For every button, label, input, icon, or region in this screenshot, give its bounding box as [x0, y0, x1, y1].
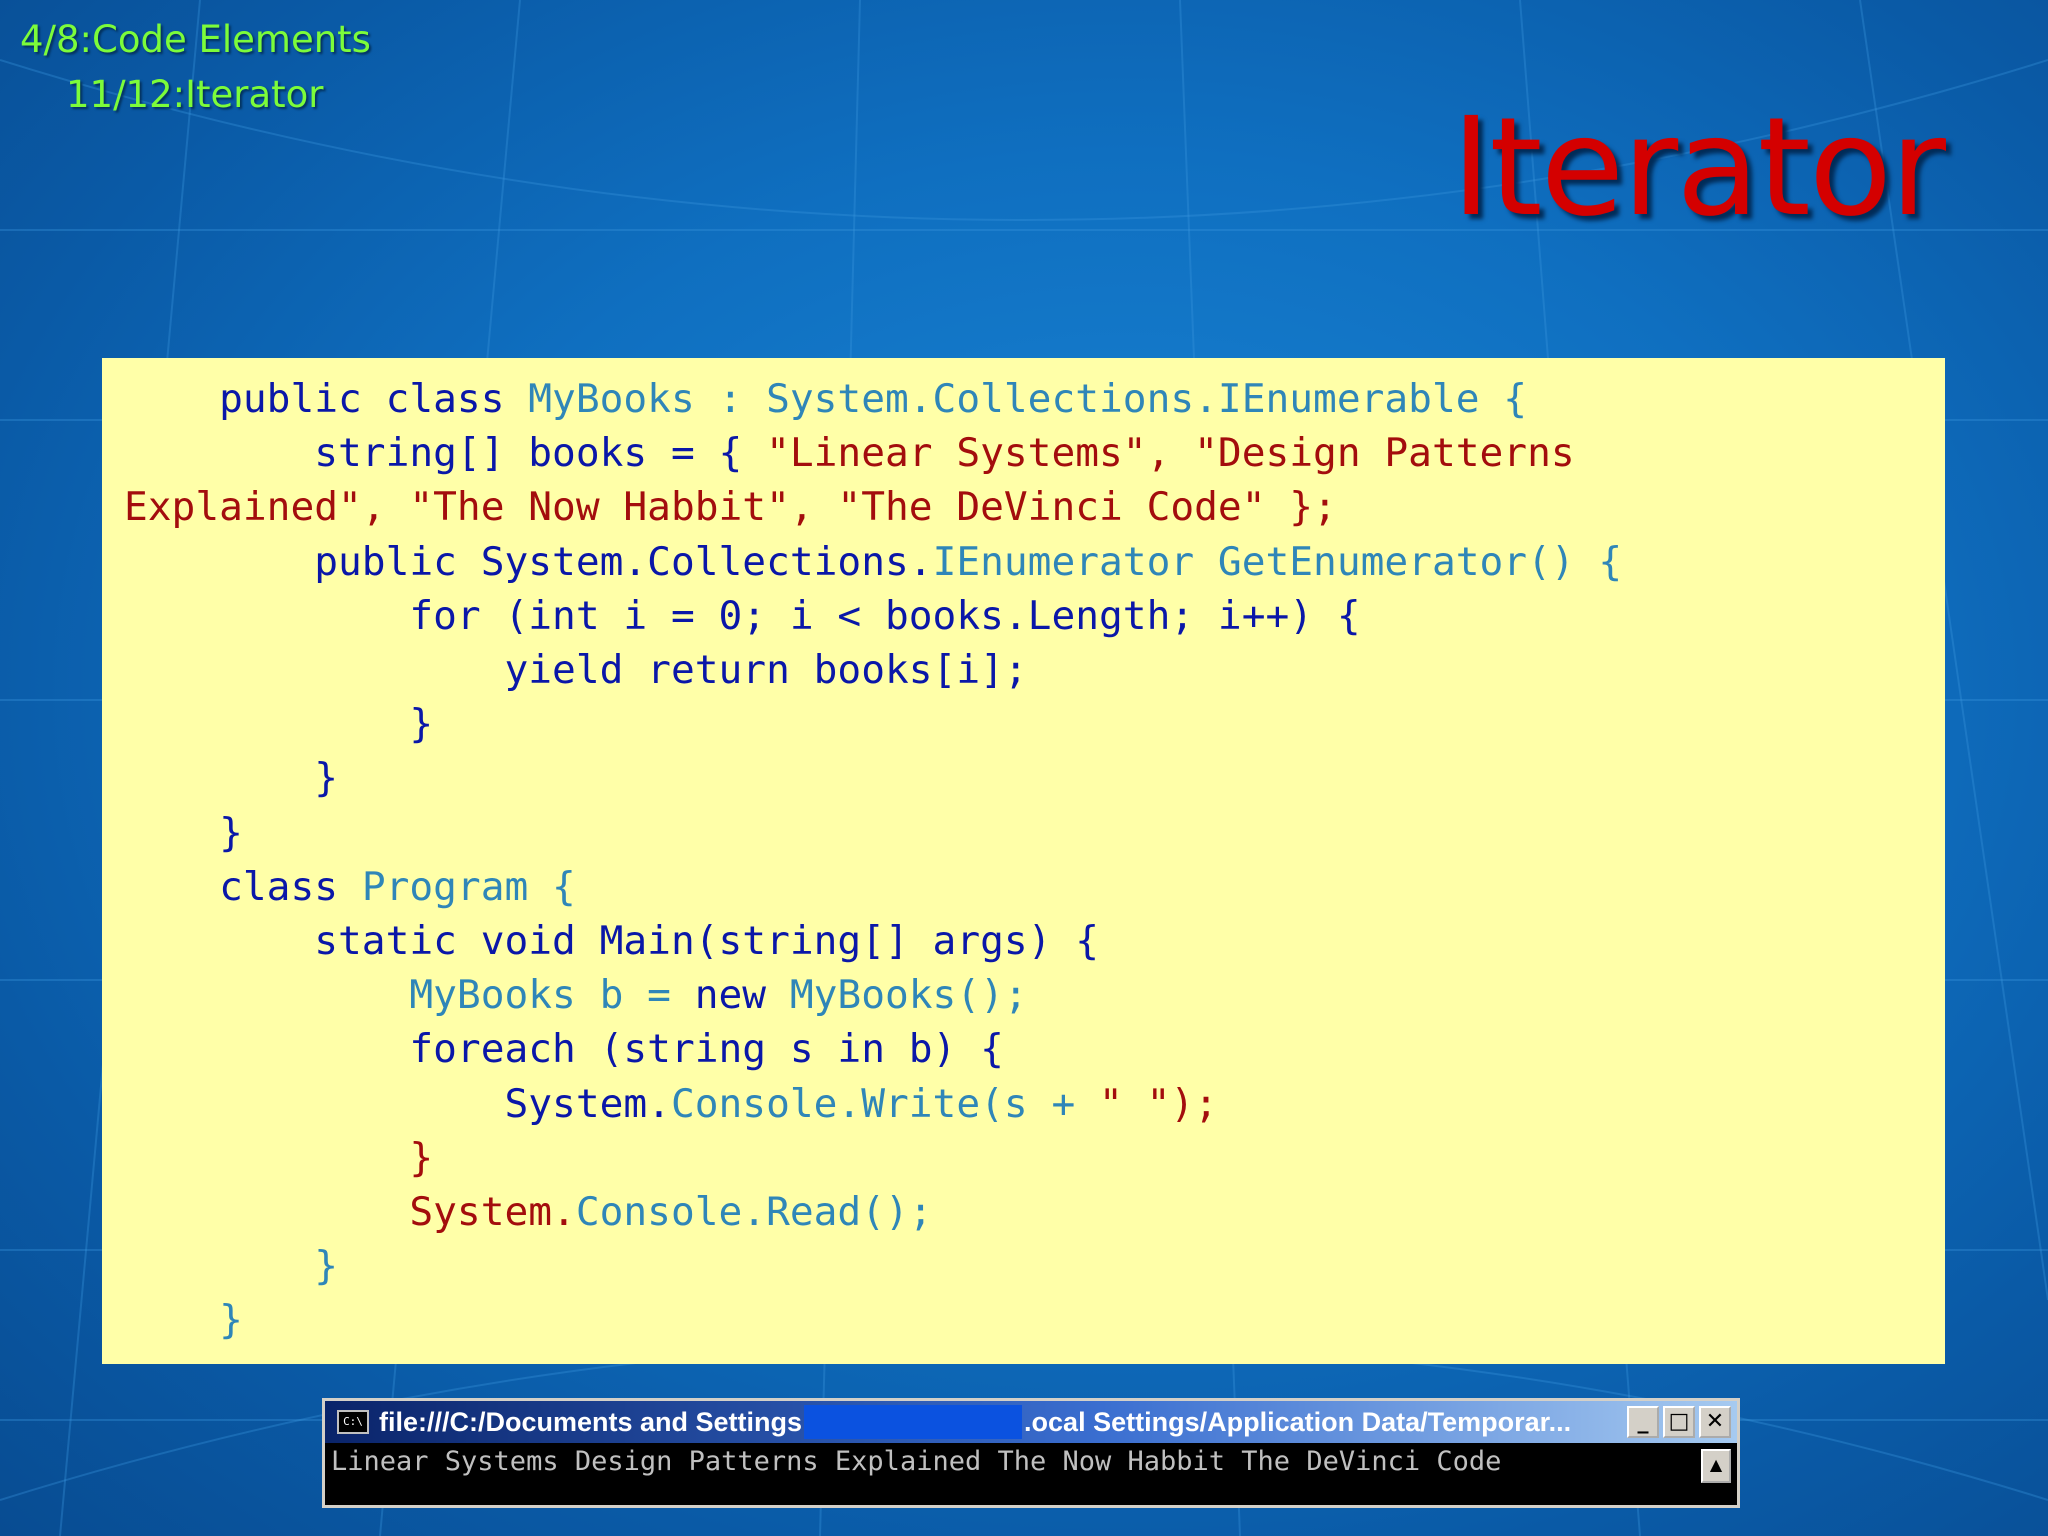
code-panel: public class MyBooks : System.Collection… [102, 358, 1945, 1364]
code-line: } [124, 806, 1945, 860]
code-token: for (int i = 0; i < books.Length; i++) { [124, 592, 1361, 639]
code-token: Explained", "The Now Habbit", "The DeVin… [124, 484, 1337, 531]
code-token: new [694, 972, 790, 1019]
code-token: MyBooks(); [789, 972, 1028, 1019]
code-token: } [124, 701, 434, 748]
console-body[interactable]: Linear Systems Design Patterns Explained… [325, 1443, 1737, 1505]
code-token: "Linear Systems", "Design Patterns [766, 430, 1575, 477]
maximize-button[interactable]: □ [1663, 1406, 1695, 1438]
code-token: System. [124, 1080, 671, 1127]
code-token: foreach (string s in b) { [124, 1026, 1004, 1073]
console-output: Linear Systems Design Patterns Explained… [331, 1446, 1502, 1477]
code-token: } [124, 1134, 434, 1181]
console-titlebar[interactable]: C:\ file:///C:/Documents and Settings .o… [325, 1401, 1737, 1443]
code-token: } [124, 809, 243, 856]
code-token: } [124, 1297, 243, 1344]
slide-title: Iterator [1451, 89, 1946, 247]
code-token: class [124, 863, 362, 910]
code-token: Program { [361, 863, 576, 910]
breadcrumb: 4/8:Code Elements 11/12:Iterator [20, 12, 371, 122]
close-button[interactable]: ✕ [1699, 1406, 1731, 1438]
code-token: System. [124, 1189, 576, 1236]
console-window: C:\ file:///C:/Documents and Settings .o… [322, 1398, 1740, 1508]
code-line: System.Console.Write(s + " "); [124, 1077, 1945, 1131]
console-title-right: .ocal Settings/Application Data/Temporar… [1024, 1406, 1572, 1437]
code-token: " "); [1099, 1080, 1218, 1127]
code-token: MyBooks b = [409, 972, 695, 1019]
minimize-button[interactable]: _ [1627, 1406, 1659, 1438]
code-line: System.Console.Read(); [124, 1185, 1945, 1239]
code-token: string[] books = { [124, 430, 767, 477]
code-token: public System.Collections. [124, 538, 933, 585]
code-line: MyBooks b = new MyBooks(); [124, 968, 1945, 1022]
code-token: Console.Read(); [575, 1189, 933, 1236]
code-line: yield return books[i]; [124, 643, 1945, 697]
console-icon[interactable]: C:\ [337, 1410, 369, 1434]
code-line: } [124, 1131, 1945, 1185]
breadcrumb-slide: 11/12:Iterator [66, 73, 324, 116]
code-line: public System.Collections.IEnumerator Ge… [124, 535, 1945, 589]
console-title-left: file:///C:/Documents and Settings [379, 1406, 803, 1437]
window-controls: _ □ ✕ [1627, 1406, 1731, 1438]
code-line: } [124, 697, 1945, 751]
code-token: yield return books[i]; [124, 647, 1028, 694]
scroll-up-button[interactable]: ▲ [1701, 1449, 1731, 1483]
code-token: Console.Write(s + [670, 1080, 1100, 1127]
code-line: } [124, 1293, 1945, 1347]
code-line: foreach (string s in b) { [124, 1022, 1945, 1076]
code-token: static void Main(string[] args) { [124, 918, 1100, 965]
code-line: string[] books = { "Linear Systems", "De… [124, 426, 1945, 480]
code-line: class Program { [124, 860, 1945, 914]
code-token: IEnumerator GetEnumerator() { [932, 538, 1623, 585]
code-token: } [124, 1243, 339, 1290]
code-line: Explained", "The Now Habbit", "The DeVin… [124, 480, 1945, 534]
breadcrumb-section: 4/8:Code Elements [20, 18, 371, 61]
code-line: static void Main(string[] args) { [124, 914, 1945, 968]
code-line: for (int i = 0; i < books.Length; i++) { [124, 589, 1945, 643]
code-token: MyBooks : System.Collections.IEnumerable… [528, 376, 1528, 422]
code-token: public class [124, 376, 529, 422]
code-line: public class MyBooks : System.Collection… [124, 372, 1945, 426]
code-line: } [124, 1239, 1945, 1293]
title-selection-highlight [804, 1405, 1023, 1439]
code-token: } [124, 755, 339, 802]
code-line: } [124, 751, 1945, 805]
